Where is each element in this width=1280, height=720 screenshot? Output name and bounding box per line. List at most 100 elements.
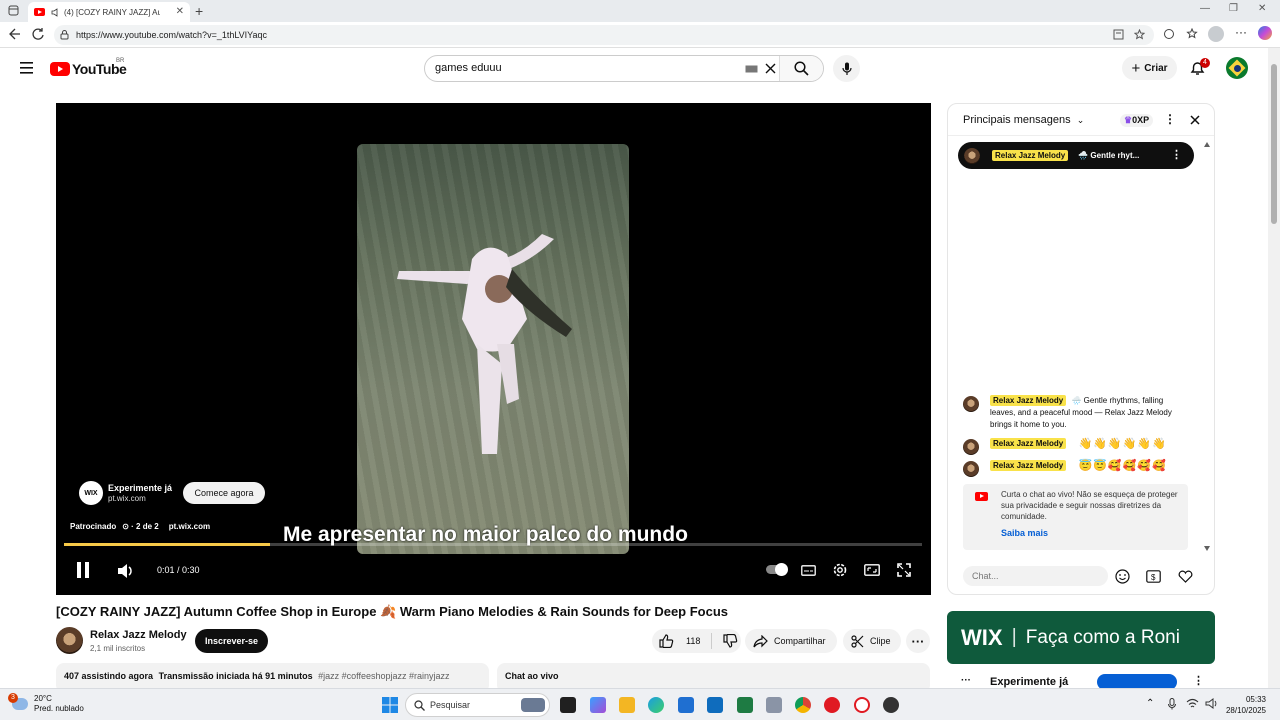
notification-count-badge: 4	[1200, 58, 1210, 68]
scroll-up-icon[interactable]	[1204, 142, 1210, 147]
snipping-tool-icon[interactable]	[766, 697, 782, 713]
chat-mode-dropdown[interactable]: Principais mensagens ⌄	[963, 114, 1084, 126]
store-icon[interactable]	[678, 697, 694, 713]
app-icon[interactable]	[883, 697, 899, 713]
widgets-app-icon[interactable]	[590, 697, 606, 713]
close-chat-icon[interactable]	[1190, 115, 1200, 125]
heart-icon[interactable]	[1178, 570, 1193, 583]
chevron-down-icon: ⌄	[1076, 115, 1085, 125]
tab-close-icon[interactable]: ✕	[176, 6, 184, 17]
like-count[interactable]: 118	[686, 636, 700, 646]
autoplay-toggle[interactable]	[766, 563, 788, 576]
file-explorer-icon[interactable]	[619, 697, 635, 713]
menu-icon[interactable]	[20, 62, 34, 74]
scrollbar-thumb[interactable]	[1271, 64, 1277, 224]
task-view-icon[interactable]	[560, 697, 576, 713]
share-button[interactable]: Compartilhar	[745, 629, 837, 653]
wix-ad-banner[interactable]: WIX | Faça como a Roni	[947, 611, 1215, 664]
minimize-icon[interactable]: —	[1200, 3, 1210, 14]
more-actions-icon[interactable]: ···	[906, 629, 930, 653]
watching-count: 407 assistindo agora	[64, 671, 154, 681]
youtube-logo-icon	[50, 62, 70, 76]
fullscreen-icon[interactable]	[897, 563, 911, 577]
keyboard-icon[interactable]	[745, 65, 758, 73]
excel-icon[interactable]	[737, 697, 753, 713]
back-icon[interactable]	[8, 27, 22, 41]
maximize-icon[interactable]: ❐	[1229, 3, 1238, 14]
edge-browser-icon[interactable]	[648, 697, 664, 713]
chat-input[interactable]: Chat...	[963, 566, 1108, 586]
url-field[interactable]: https://www.youtube.com/watch?v=_1thLVIY…	[54, 25, 1154, 45]
clip-button[interactable]: Clipe	[843, 629, 901, 653]
chat-more-icon[interactable]: ⋮	[1164, 112, 1176, 126]
ad-cta-button[interactable]: Comece agora	[183, 482, 265, 504]
reload-icon[interactable]	[31, 27, 45, 41]
emoji-icon[interactable]	[1115, 569, 1130, 584]
weather-widget[interactable]: 3 20°C Pred. nublado	[8, 693, 84, 714]
pinned-more-icon[interactable]: ⋮	[1171, 148, 1182, 161]
extension-icon[interactable]	[1163, 28, 1175, 40]
dislike-icon[interactable]	[723, 634, 738, 648]
subscribe-button[interactable]: Inscrever-se	[195, 629, 268, 653]
tray-mic-icon[interactable]	[1168, 698, 1176, 710]
sponsored-label: Patrocinado	[70, 522, 117, 531]
youtube-logo[interactable]: YouTube	[50, 61, 127, 77]
clear-search-icon[interactable]	[765, 63, 776, 74]
outlook-icon[interactable]	[707, 697, 723, 713]
ad-domain: pt.wix.com	[108, 494, 146, 503]
volume-icon[interactable]	[117, 563, 135, 579]
account-avatar[interactable]	[1226, 57, 1248, 79]
ad-site-link[interactable]: pt.wix.com	[169, 522, 210, 531]
progress-bar[interactable]	[64, 543, 922, 546]
wifi-icon[interactable]	[1186, 698, 1199, 709]
scroll-down-icon[interactable]	[1204, 546, 1210, 551]
pinned-message[interactable]: Relax Jazz Melody 🌧️ Gentle rhyt... ⋮	[958, 142, 1194, 169]
hashtags[interactable]: #jazz #coffeeshopjazz #rainyjazz	[318, 671, 449, 681]
search-input[interactable]: games eduuu	[435, 62, 502, 74]
channel-avatar[interactable]	[56, 627, 83, 654]
xp-badge[interactable]: ♛0XP	[1120, 114, 1154, 127]
captions-icon[interactable]	[801, 565, 816, 576]
more-menu-icon[interactable]: ···	[1235, 25, 1247, 39]
learn-more-link[interactable]: Saiba mais	[1001, 528, 1048, 538]
chrome-icon[interactable]	[795, 697, 811, 713]
url-text: https://www.youtube.com/watch?v=_1thLVIY…	[76, 30, 268, 40]
clock[interactable]: 05:33 28/10/2025	[1226, 694, 1266, 716]
dancer-figure	[397, 234, 572, 454]
favorite-star-icon[interactable]	[1134, 29, 1145, 40]
search-button[interactable]	[779, 56, 823, 81]
page-scrollbar[interactable]	[1268, 48, 1280, 688]
taskbar-search-icon	[414, 700, 425, 711]
settings-gear-icon[interactable]	[832, 562, 848, 578]
channel-name[interactable]: Relax Jazz Melody	[90, 629, 187, 641]
site-info-icon[interactable]	[60, 30, 69, 40]
tab-actions-icon[interactable]	[8, 5, 19, 16]
video-player[interactable]: WIX Experimente já pt.wix.com Comece ago…	[56, 103, 931, 595]
speaker-tray-icon[interactable]	[1205, 698, 1218, 709]
theater-mode-icon[interactable]	[864, 564, 880, 576]
reader-view-icon[interactable]	[1113, 29, 1124, 40]
profile-icon[interactable]	[1208, 26, 1224, 42]
voice-search-button[interactable]	[833, 55, 860, 82]
opera-icon[interactable]	[824, 697, 840, 713]
ad-info-icon[interactable]: ⊙ · 2 de 2	[122, 522, 159, 531]
taskbar-search[interactable]: Pesquisar	[405, 693, 550, 717]
copilot-icon[interactable]	[1258, 26, 1272, 40]
opera-gx-icon[interactable]	[854, 697, 870, 713]
tray-expand-icon[interactable]: ⌃	[1146, 698, 1154, 709]
new-tab-icon[interactable]: +	[195, 3, 203, 19]
speaker-icon[interactable]	[51, 7, 60, 17]
pause-icon[interactable]	[75, 561, 91, 579]
windows-start-icon[interactable]	[382, 697, 398, 713]
super-chat-icon[interactable]: $	[1146, 570, 1161, 583]
window-close-icon[interactable]: ✕	[1258, 3, 1266, 14]
wix-row-menu-icon[interactable]: ⋮	[1193, 674, 1204, 687]
create-button[interactable]: + Criar	[1122, 56, 1177, 80]
browser-tab[interactable]: (4) [COZY RAINY JAZZ] Autumn ✕	[28, 2, 190, 22]
ad-card[interactable]: WIX Experimente já pt.wix.com	[79, 481, 172, 505]
time-display: 0:01 / 0:30	[157, 565, 200, 575]
search-box[interactable]: games eduuu	[424, 55, 824, 82]
favorites-icon[interactable]	[1186, 28, 1198, 40]
banner-slogan: Faça como a Roni	[1025, 626, 1180, 648]
like-icon[interactable]	[659, 634, 674, 648]
